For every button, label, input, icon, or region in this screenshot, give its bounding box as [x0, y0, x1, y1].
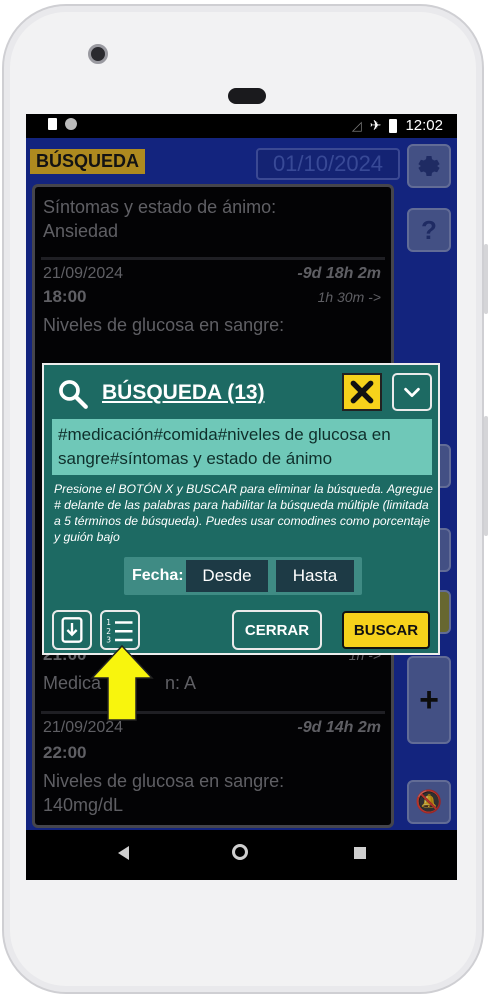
- power-button: [484, 416, 488, 536]
- search-terms-field[interactable]: #medicación#comida#niveles de glucosa en…: [52, 419, 432, 475]
- recents-icon[interactable]: [354, 847, 366, 859]
- date-filter: Fecha: Desde Hasta: [124, 557, 362, 595]
- search-icon: [59, 380, 88, 409]
- airplane-icon: ✈: [369, 117, 382, 133]
- pointer-arrow-icon: [90, 644, 154, 721]
- to-date-button[interactable]: Hasta: [276, 560, 354, 592]
- clear-search-button[interactable]: [342, 373, 382, 411]
- search-button[interactable]: BUSCAR: [342, 611, 430, 649]
- svg-text:1: 1: [106, 618, 111, 627]
- close-x-icon: [350, 380, 374, 404]
- sd-card-icon: [48, 118, 57, 130]
- date-label: Fecha:: [132, 567, 184, 584]
- status-bar: ◿ ✈ 12:02: [26, 114, 457, 138]
- help-text: Presione el BOTÓN X y BUSCAR para elimin…: [54, 482, 433, 544]
- screen: ◿ ✈ 12:02 BÚSQUEDA 01/10/2024 ? + 🔕 Sínt…: [26, 114, 457, 880]
- navigation-bar: [26, 830, 457, 880]
- export-button[interactable]: [52, 610, 92, 650]
- home-icon[interactable]: [232, 844, 248, 860]
- svg-text:2: 2: [106, 627, 111, 636]
- from-date-button[interactable]: Desde: [186, 560, 268, 592]
- app-area: BÚSQUEDA 01/10/2024 ? + 🔕 Síntomas y est…: [26, 138, 457, 830]
- speaker-grille: [228, 88, 266, 104]
- close-button[interactable]: CERRAR: [232, 610, 322, 650]
- download-icon: [61, 617, 83, 643]
- camera-icon: [88, 44, 108, 64]
- clock: 12:02: [405, 117, 443, 134]
- sync-icon: [65, 118, 77, 130]
- collapse-button[interactable]: [392, 373, 432, 411]
- back-icon[interactable]: [118, 846, 129, 860]
- chevron-down-icon: [404, 387, 420, 398]
- volume-button: [484, 244, 488, 314]
- search-dialog: BÚSQUEDA (13) #medicación#comida#niveles…: [42, 363, 440, 655]
- no-signal-icon: ◿: [351, 117, 362, 133]
- checklist-icon: 123: [106, 618, 133, 645]
- battery-icon: [389, 118, 398, 133]
- dialog-title: BÚSQUEDA (13): [102, 381, 265, 404]
